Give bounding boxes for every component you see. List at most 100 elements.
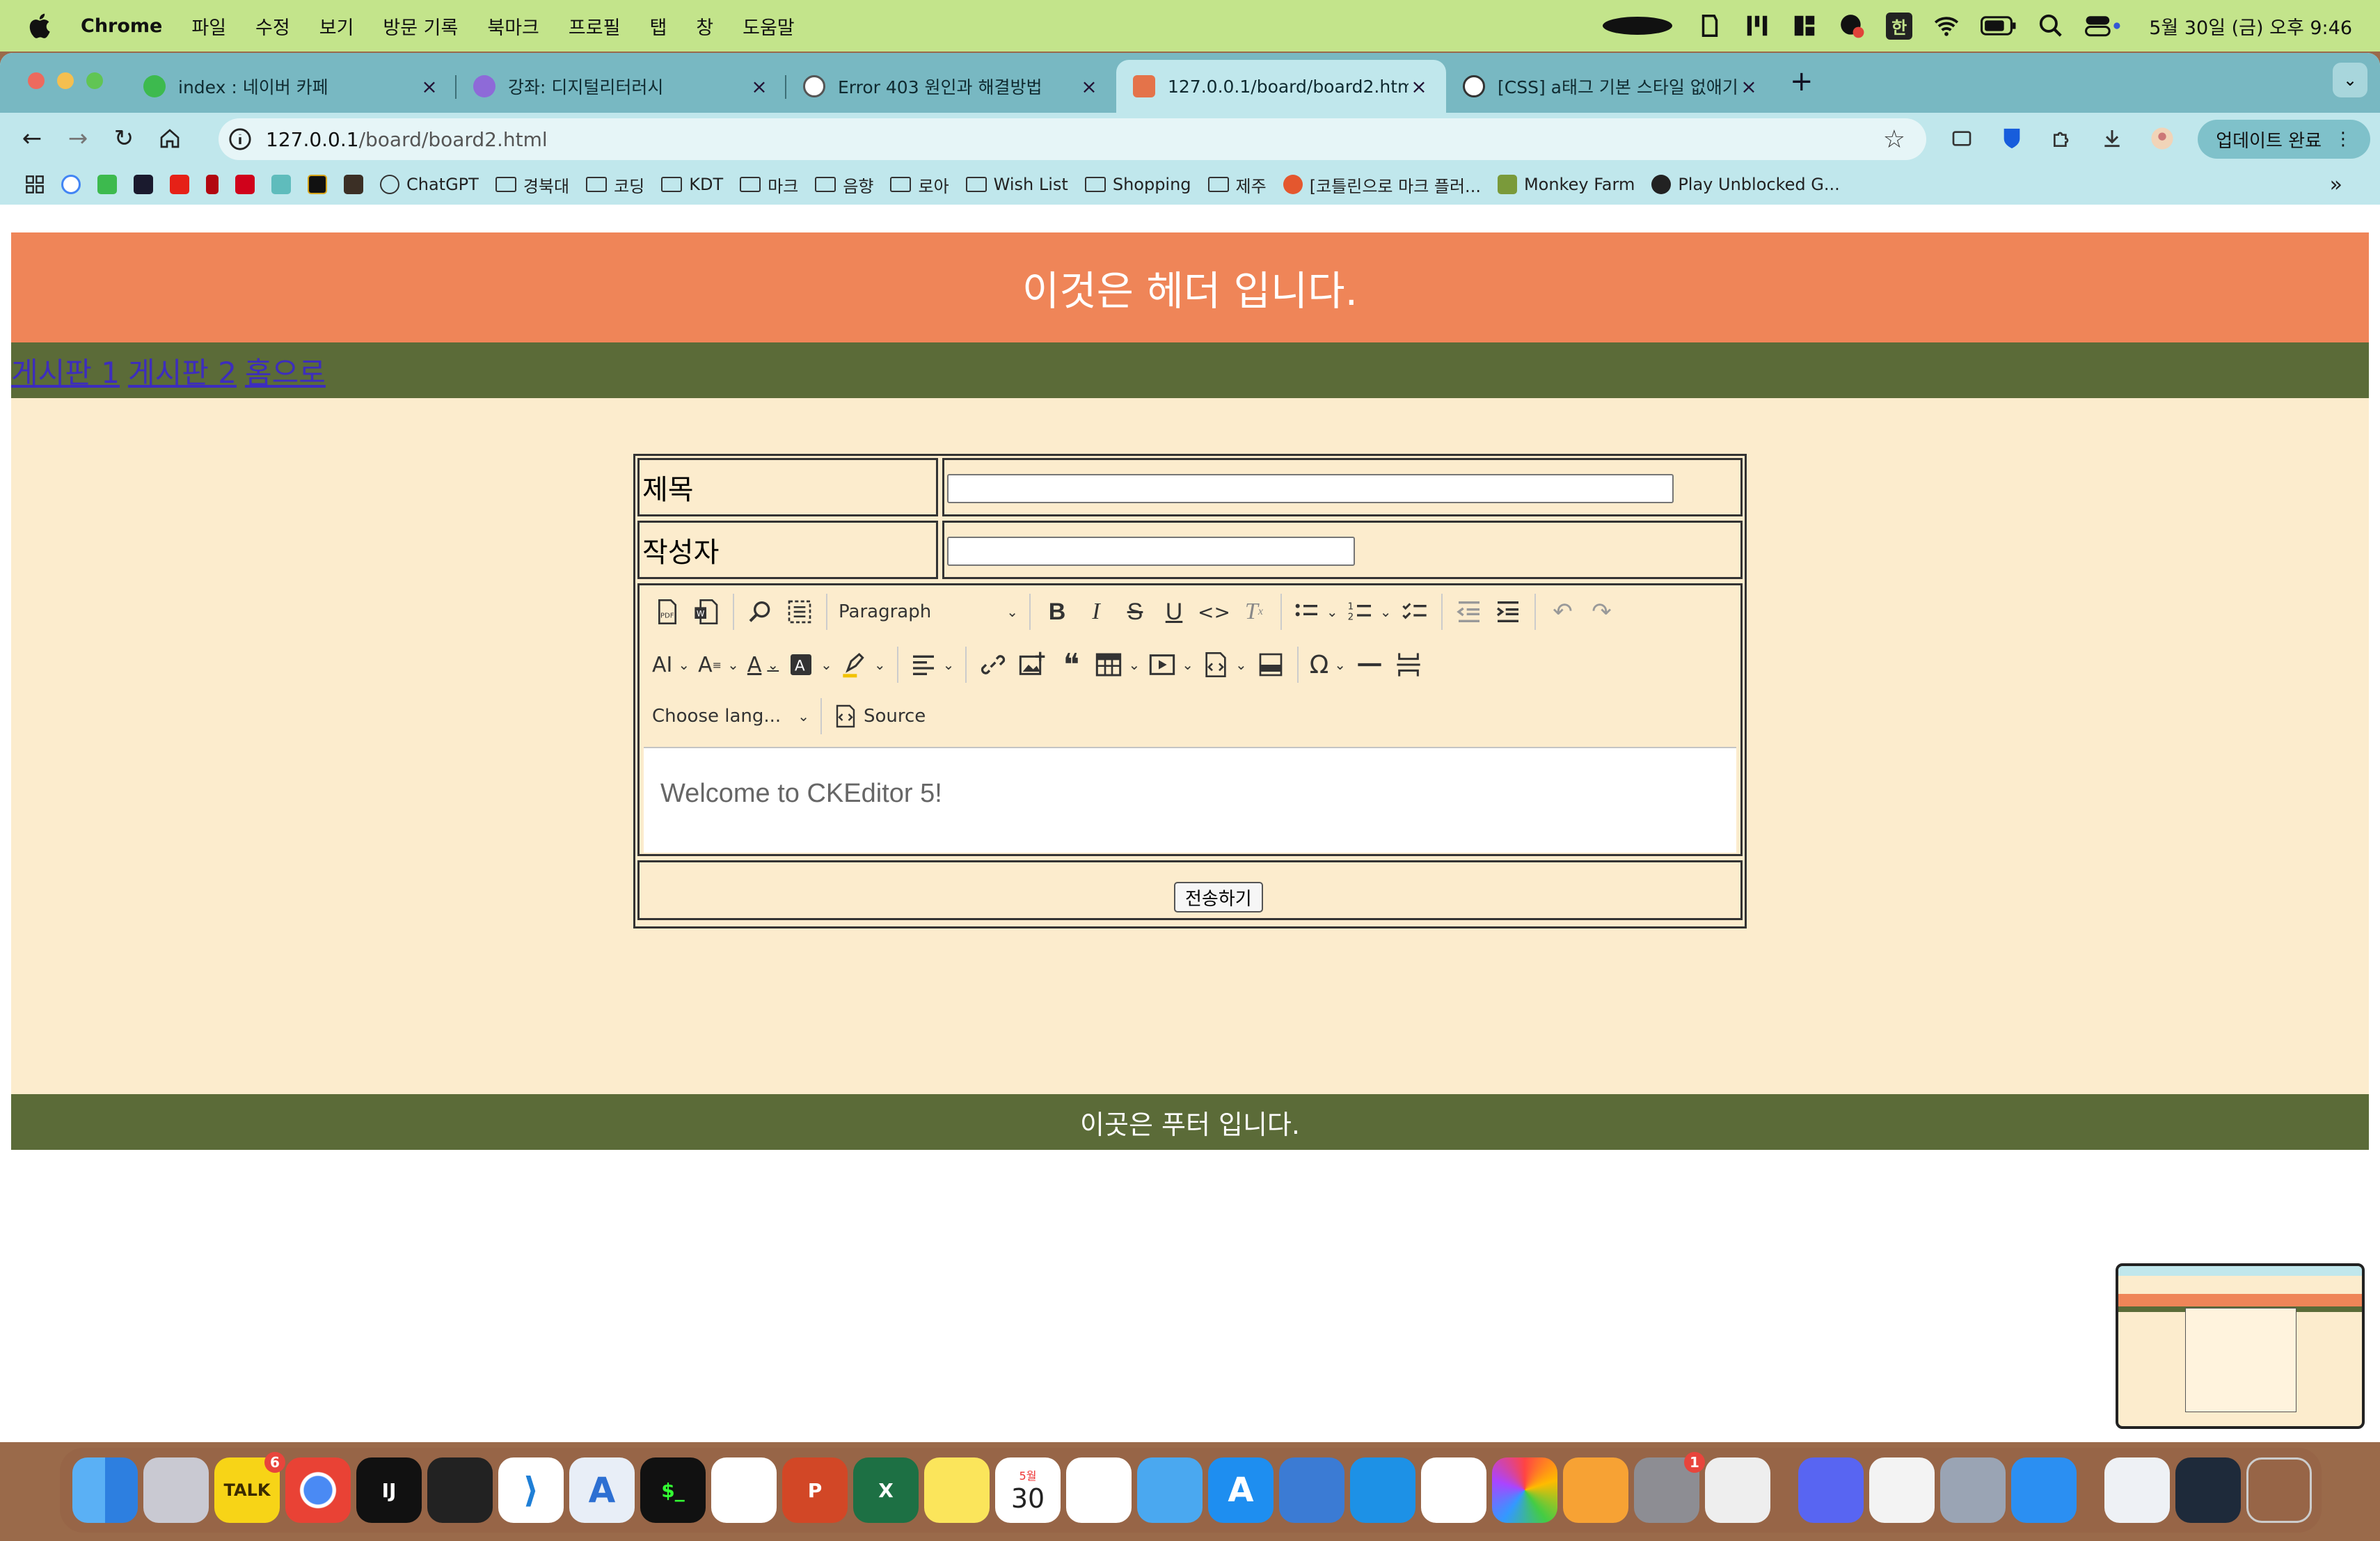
- bookmark-folder-mark[interactable]: 마크: [740, 173, 798, 197]
- powerpoint-icon[interactable]: P: [782, 1457, 848, 1523]
- trash-icon[interactable]: [2246, 1457, 2312, 1523]
- menubar-clock[interactable]: 5월 30일 (금) 오후 9:46: [2149, 13, 2352, 40]
- utility-settings-icon[interactable]: [1940, 1457, 2006, 1523]
- alignment-icon[interactable]: ⌄: [905, 645, 959, 684]
- underline-icon[interactable]: U: [1155, 592, 1193, 631]
- tab-digital-literacy[interactable]: 강좌: 디지털리터러시 ×: [457, 60, 786, 113]
- bookmark-play-unblocked[interactable]: Play Unblocked G...: [1651, 175, 1840, 194]
- outdent-icon[interactable]: [1450, 592, 1489, 631]
- tab-search-chevron-icon[interactable]: ⌄: [2333, 63, 2367, 97]
- html-embed-icon[interactable]: [1251, 645, 1290, 684]
- font-size-icon[interactable]: AI ⌄: [648, 645, 694, 684]
- update-button[interactable]: 업데이트 완료 ⋮: [2198, 120, 2370, 159]
- chrome-icon[interactable]: [285, 1457, 351, 1523]
- menu-window[interactable]: 창: [696, 13, 713, 40]
- terminal-icon[interactable]: $_: [640, 1457, 706, 1523]
- bookmark-star-icon[interactable]: ☆: [1883, 125, 1905, 154]
- more-vertical-icon[interactable]: ⋮: [2334, 129, 2352, 150]
- nav-link-board1[interactable]: 게시판 1: [11, 349, 120, 392]
- submit-button[interactable]: 전송하기: [1174, 882, 1263, 912]
- profile-avatar-icon[interactable]: [2149, 125, 2175, 152]
- indent-icon[interactable]: [1489, 592, 1528, 631]
- insert-table-icon[interactable]: ⌄: [1090, 645, 1144, 684]
- tving-bookmark-icon[interactable]: [235, 175, 255, 194]
- bookmark-folder-kdt[interactable]: KDT: [661, 175, 723, 194]
- menu-profiles[interactable]: 프로필: [569, 13, 621, 40]
- finder-icon[interactable]: [72, 1457, 138, 1523]
- italic-icon[interactable]: I: [1077, 592, 1116, 631]
- bitwarden-extension-icon[interactable]: [1999, 125, 2025, 152]
- author-input[interactable]: [947, 537, 1355, 566]
- bookmark-folder-audio[interactable]: 음향: [815, 173, 873, 197]
- font-background-color-icon[interactable]: A ⌄: [783, 645, 836, 684]
- docker-icon[interactable]: [1350, 1457, 1415, 1523]
- close-tab-icon[interactable]: ×: [749, 75, 770, 98]
- menu-view[interactable]: 보기: [319, 13, 354, 40]
- photos-icon[interactable]: [1492, 1457, 1557, 1523]
- minimize-window-button[interactable]: [57, 72, 74, 89]
- source-button[interactable]: Source: [829, 697, 930, 736]
- back-arrow-icon[interactable]: ←: [18, 125, 46, 152]
- tab-naver-cafe[interactable]: index : 네이버 카페 ×: [127, 60, 457, 113]
- page-break-icon[interactable]: [1389, 645, 1428, 684]
- bookmark-folder-wishlist[interactable]: Wish List: [965, 175, 1068, 194]
- ck-editor-content[interactable]: Welcome to CKEditor 5!: [644, 747, 1736, 853]
- google-bookmark-icon[interactable]: [61, 175, 81, 194]
- menu-edit[interactable]: 수정: [255, 13, 290, 40]
- forward-arrow-icon[interactable]: →: [64, 125, 92, 152]
- close-tab-icon[interactable]: ×: [419, 75, 440, 98]
- screenshot-preview-thumbnail[interactable]: [2116, 1263, 2365, 1429]
- bookmark-folder-jeju[interactable]: 제주: [1207, 173, 1267, 197]
- youtube-bookmark-icon[interactable]: [170, 175, 189, 194]
- textedit-icon[interactable]: [1869, 1457, 1935, 1523]
- m-bookmark-icon[interactable]: [308, 175, 327, 194]
- menubar-app-name[interactable]: Chrome: [81, 15, 162, 37]
- calendar-icon[interactable]: 5월 30: [995, 1457, 1061, 1523]
- insert-image-icon[interactable]: [1013, 645, 1052, 684]
- reminders-icon[interactable]: [1066, 1457, 1132, 1523]
- bookmark-folder-knu[interactable]: 경북대: [495, 173, 569, 197]
- nav-link-home[interactable]: 홈으로: [245, 349, 326, 392]
- close-tab-icon[interactable]: ×: [1079, 75, 1100, 98]
- bookmark-folder-loa[interactable]: 로아: [890, 173, 949, 197]
- launchpad-icon[interactable]: [143, 1457, 209, 1523]
- discord-icon[interactable]: [1798, 1457, 1864, 1523]
- extensions-puzzle-icon[interactable]: [2049, 125, 2075, 152]
- todo-list-icon[interactable]: [1395, 592, 1434, 631]
- nav-link-board2[interactable]: 게시판 2: [128, 349, 237, 392]
- netflix-bookmark-icon[interactable]: [206, 175, 219, 194]
- font-color-icon[interactable]: A ⌄: [743, 645, 783, 684]
- spotlight-search-icon[interactable]: [2038, 13, 2064, 39]
- find-replace-icon[interactable]: [741, 592, 780, 631]
- wifi-icon[interactable]: [1933, 13, 1960, 39]
- bookmark-monkey-farm[interactable]: Monkey Farm: [1497, 175, 1635, 194]
- cube-app-icon[interactable]: [1421, 1457, 1486, 1523]
- code-icon[interactable]: <>: [1193, 592, 1235, 631]
- pages-icon[interactable]: [1563, 1457, 1628, 1523]
- mail-icon[interactable]: [1137, 1457, 1203, 1523]
- title-input[interactable]: [947, 474, 1674, 503]
- unity-icon[interactable]: [427, 1457, 493, 1523]
- close-tab-icon[interactable]: ×: [1738, 75, 1759, 98]
- redo-icon[interactable]: ↷: [1582, 592, 1621, 631]
- tab-board2-active[interactable]: 127.0.0.1/board/board2.html ×: [1116, 60, 1446, 113]
- bars-status-icon[interactable]: [1744, 13, 1770, 39]
- downloads-stack-icon[interactable]: [2104, 1457, 2170, 1523]
- tab-css-a-tag[interactable]: [CSS] a태그 기본 스타일 없애기/... ×: [1446, 60, 1776, 113]
- export-pdf-icon[interactable]: PDF: [648, 592, 687, 631]
- select-all-icon[interactable]: [780, 592, 819, 631]
- menu-file[interactable]: 파일: [191, 13, 226, 40]
- strikethrough-icon[interactable]: S: [1116, 592, 1155, 631]
- menu-help[interactable]: 도움말: [743, 13, 795, 40]
- horizontal-line-icon[interactable]: [1350, 645, 1389, 684]
- export-word-icon[interactable]: W: [687, 592, 726, 631]
- numbered-list-icon[interactable]: 1 2 ⌄: [1342, 592, 1396, 631]
- bookmark-chatgpt[interactable]: ChatGPT: [380, 175, 479, 194]
- dark-bookmark-icon[interactable]: [344, 175, 363, 194]
- kakaotalk-icon[interactable]: TALK 6: [214, 1452, 285, 1523]
- input-method-indicator[interactable]: 한: [1886, 12, 1913, 40]
- shield-status-icon[interactable]: [1697, 13, 1723, 39]
- reload-icon[interactable]: ↻: [110, 125, 138, 152]
- zoom-window-button[interactable]: [86, 72, 103, 89]
- apple-icon[interactable]: [26, 11, 56, 40]
